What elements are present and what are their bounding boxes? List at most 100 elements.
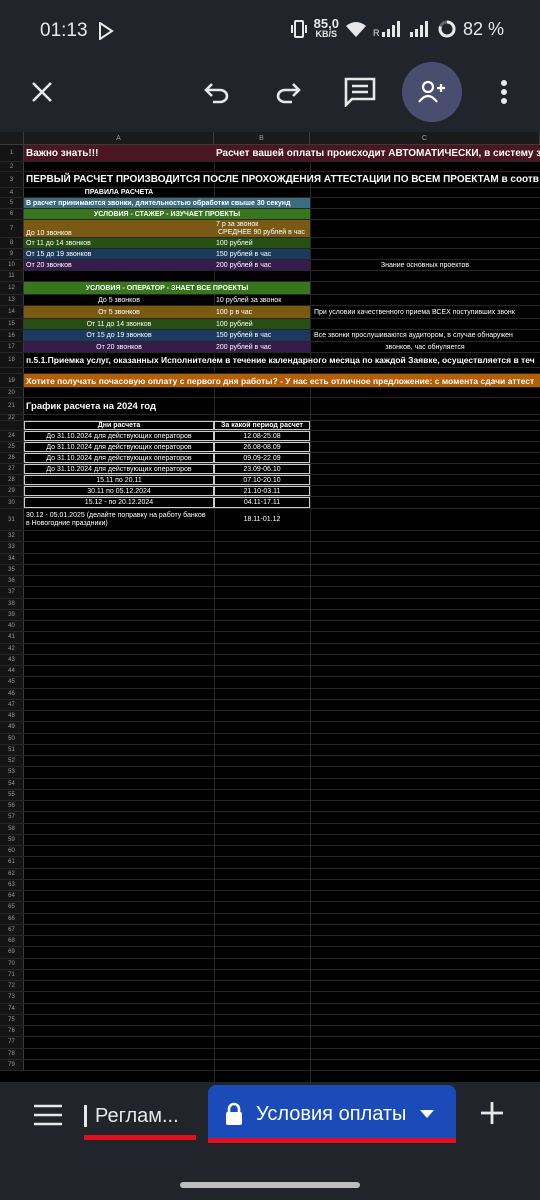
cell-c10[interactable]: Знание основных проектов <box>310 260 540 270</box>
cell-b24[interactable]: 12.08-25.08 <box>214 431 310 441</box>
row-number[interactable]: 9 <box>0 249 24 259</box>
row-number[interactable]: 18 <box>0 353 24 367</box>
cell-b31[interactable]: 18.11-01.12 <box>214 509 310 530</box>
row-number[interactable]: 68 <box>0 936 24 947</box>
cell-a8[interactable]: От 11 до 14 звонков <box>24 238 214 248</box>
row-number[interactable]: 21 <box>0 398 24 414</box>
row-number[interactable]: 67 <box>0 924 24 935</box>
cell-a3[interactable]: ПЕРВЫЙ РАСЧЕТ ПРОИЗВОДИТСЯ ПОСЛЕ ПРОХОЖД… <box>24 172 540 187</box>
row-number[interactable]: 15 <box>0 319 24 329</box>
row-number[interactable]: 25 <box>0 442 24 452</box>
row-number[interactable]: 53 <box>0 767 24 778</box>
row-number[interactable]: 57 <box>0 812 24 823</box>
row-number[interactable]: 71 <box>0 969 24 980</box>
row-number[interactable]: 65 <box>0 902 24 913</box>
share-button[interactable] <box>402 62 462 122</box>
cell-a9[interactable]: От 15 до 19 звонков <box>24 249 214 259</box>
row-number[interactable]: 14 <box>0 306 24 318</box>
cell-c14[interactable]: При условии качественного приема ВСЕХ по… <box>312 306 540 318</box>
cell-b10[interactable]: 200 рублей в час <box>214 260 310 270</box>
row-number[interactable]: 11 <box>0 271 24 281</box>
row-number[interactable]: 44 <box>0 666 24 677</box>
row-number[interactable]: 10 <box>0 260 24 270</box>
cell-a25[interactable]: До 31.10.2024 для действующих операторов <box>24 442 214 452</box>
spreadsheet-grid[interactable]: A B C 1 Важно знать!!! Расчет вашей опла… <box>0 132 540 1082</box>
cell-b14[interactable]: 100 р в час <box>214 306 310 318</box>
row-number[interactable]: 52 <box>0 756 24 767</box>
row-number[interactable]: 38 <box>0 598 24 609</box>
row-number[interactable]: 48 <box>0 711 24 722</box>
row-number[interactable]: 58 <box>0 823 24 834</box>
cell-a5[interactable]: В расчет принимаются звонки, длительност… <box>24 198 310 208</box>
row-number[interactable]: 35 <box>0 564 24 575</box>
row-number[interactable]: 63 <box>0 879 24 890</box>
schedule-header-period[interactable]: За какой период расчет <box>214 421 310 430</box>
row-number[interactable]: 70 <box>0 958 24 969</box>
row-number[interactable]: 33 <box>0 542 24 553</box>
close-button[interactable] <box>20 62 64 122</box>
undo-button[interactable] <box>195 62 239 122</box>
row-number[interactable]: 30 <box>0 497 24 508</box>
cell-c16[interactable]: Все звонки прослушиваются аудитором, в с… <box>312 330 540 341</box>
column-header-a[interactable]: A <box>24 132 214 145</box>
corner-header[interactable] <box>0 132 24 145</box>
cell-a10[interactable]: От 20 звонков <box>24 260 214 270</box>
cell-a24[interactable]: До 31.10.2024 для действующих операторов <box>24 431 214 441</box>
row-number[interactable]: 32 <box>0 531 24 542</box>
cell-b9[interactable]: 150 рублей в час <box>214 249 310 259</box>
cell-a26[interactable]: До 31.10.2024 для действующих операторов <box>24 453 214 463</box>
cell-b13[interactable]: 10 рублей за звонок <box>214 295 310 305</box>
row-number[interactable]: 24 <box>0 431 24 441</box>
row-number[interactable]: 54 <box>0 778 24 789</box>
row-number[interactable]: 5 <box>0 198 24 208</box>
row-number[interactable]: 40 <box>0 621 24 632</box>
all-sheets-button[interactable] <box>34 1103 62 1127</box>
row-number[interactable]: 60 <box>0 846 24 857</box>
cell-a30[interactable]: 15.12 - по 20.12.2024 <box>24 497 214 508</box>
cell-a31[interactable]: 30.12 - 05.01.2025 (делайте поправку на … <box>24 509 214 530</box>
cell-a14[interactable]: От 5 звонков <box>24 306 214 318</box>
row-number[interactable]: 22 <box>0 415 24 421</box>
row-number[interactable]: 7 <box>0 220 24 237</box>
cell-a4[interactable]: ПРАВИЛА РАСЧЕТА <box>24 188 214 197</box>
cell-a28[interactable]: 15.11 по 20.11 <box>24 475 214 485</box>
add-sheet-button[interactable] <box>476 1096 508 1130</box>
row-number[interactable]: 17 <box>0 342 24 352</box>
row-number[interactable]: 20 <box>0 388 24 397</box>
row-number[interactable]: 49 <box>0 722 24 733</box>
cell-a19[interactable]: Хотите получать почасовую оплату с перво… <box>24 374 540 387</box>
row-number[interactable]: 39 <box>0 609 24 620</box>
cell-a21[interactable]: График расчета на 2024 год <box>24 398 310 414</box>
cell-a1[interactable]: Важно знать!!! <box>24 145 214 161</box>
cell-b16[interactable]: 150 рублей в час <box>214 330 310 341</box>
cell-a16[interactable]: От 15 до 19 звонков <box>24 330 214 341</box>
cell-a18[interactable]: п.5.1.Приемка услуг, оказанных Исполните… <box>24 353 540 367</box>
comment-button[interactable] <box>338 62 382 122</box>
more-options-button[interactable] <box>490 62 518 122</box>
cell-b8[interactable]: 100 рублей <box>214 238 310 248</box>
cell-a15[interactable]: От 11 до 14 звонков <box>24 319 214 329</box>
row-number[interactable]: 2 <box>0 162 24 171</box>
row-number[interactable]: 6 <box>0 209 24 219</box>
cell-b27[interactable]: 23.09-06.10 <box>214 464 310 474</box>
row-number[interactable]: 61 <box>0 857 24 868</box>
row-number[interactable]: 77 <box>0 1037 24 1048</box>
cell-b15[interactable]: 100 рублей <box>214 319 310 329</box>
row-number[interactable]: 59 <box>0 834 24 845</box>
row-number[interactable]: 69 <box>0 947 24 958</box>
row-number[interactable]: 62 <box>0 868 24 879</box>
row-number[interactable]: 36 <box>0 576 24 587</box>
cell-b26[interactable]: 09.09-22.09 <box>214 453 310 463</box>
schedule-header-days[interactable]: Дни расчета <box>24 421 214 430</box>
row-number[interactable]: 1 <box>0 145 24 161</box>
cell-a29[interactable]: 30.11 по 05.12.2024 <box>24 486 214 496</box>
cell-b30[interactable]: 04.11-17.11 <box>214 497 310 508</box>
cell-a17[interactable]: От 20 звонков <box>24 342 214 352</box>
row-number[interactable]: 50 <box>0 733 24 744</box>
row-number[interactable]: 78 <box>0 1048 24 1059</box>
row-number[interactable]: 47 <box>0 699 24 710</box>
sheet-tab-reglament[interactable]: Реглам... <box>84 1096 196 1136</box>
sheet-tab-active[interactable]: Условия оплаты <box>208 1085 456 1143</box>
cell-a27[interactable]: До 31.10.2024 для действующих операторов <box>24 464 214 474</box>
row-number[interactable]: 16 <box>0 330 24 341</box>
